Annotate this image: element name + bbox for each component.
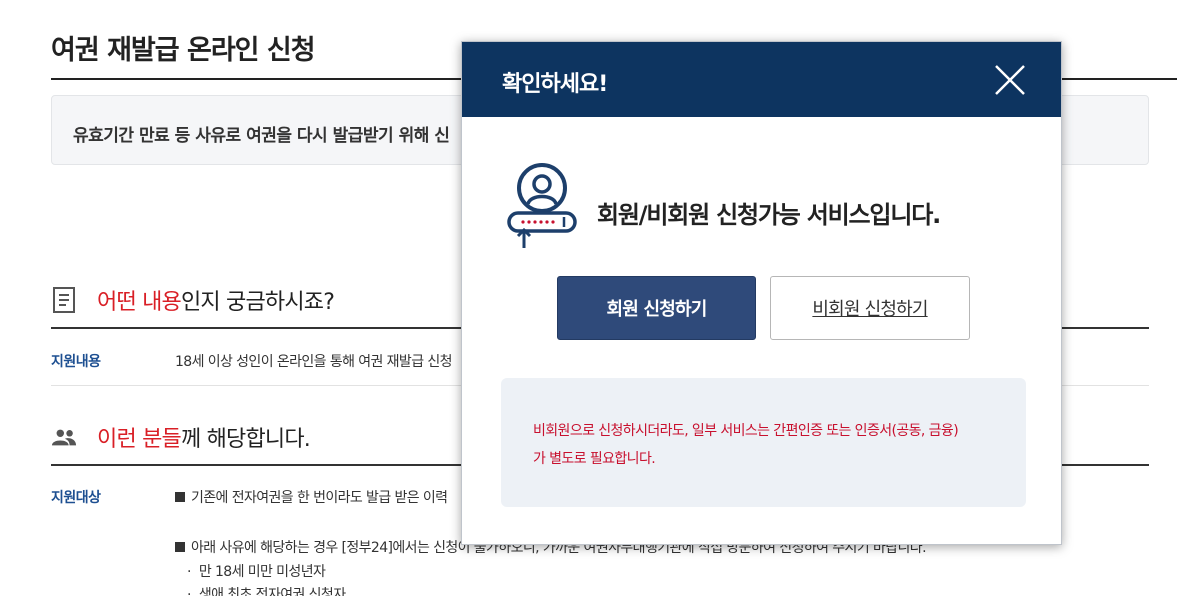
bullet: · (187, 587, 191, 596)
service-message: 회원/비회원 신청가능 서비스입니다. (597, 201, 941, 229)
section-title-rest: 께 해당합니다. (180, 427, 311, 452)
section-title-highlight: 이런 분들 (97, 427, 182, 452)
section-title-highlight: 어떤 내용 (97, 290, 182, 315)
document-icon (51, 286, 77, 314)
support-target-label: 지원대상 (51, 490, 101, 506)
modal-header: 확인하세요! (462, 42, 1061, 117)
sub-item-text: 생애 최초 전자여권 신청자 (198, 587, 346, 596)
square-bullet-icon (175, 542, 185, 552)
section-header-content: 어떤 내용인지 궁금하시죠? (51, 280, 335, 320)
sub-item-text: 만 18세 미만 미성년자 (198, 564, 326, 580)
target-item-1: 기존에 전자여권을 한 번이라도 발급 받은 이력 (175, 487, 448, 507)
user-login-icon (502, 162, 582, 252)
support-content-value: 18세 이상 성인이 온라인을 통해 여권 재발급 신청 (175, 354, 452, 370)
people-icon (51, 423, 77, 451)
section-title-content: 어떤 내용인지 궁금하시죠? (97, 284, 335, 316)
support-content-label: 지원내용 (51, 354, 101, 370)
modal-title: 확인하세요! (502, 72, 608, 97)
target-item-1-text: 기존에 전자여권을 한 번이라도 발급 받은 이력 (191, 490, 448, 506)
section-title-rest: 인지 궁금하시죠? (180, 290, 335, 315)
confirm-modal: 확인하세요! 회원/비회원 신청가능 서비스입니다. 회원 신청하기 비회원 신… (461, 41, 1062, 545)
page-title: 여권 재발급 온라인 신청 (51, 35, 316, 66)
info-line-1: 비회원으로 신청하시더라도, 일부 서비스는 간편인증 또는 인증서(공동, 금… (533, 423, 959, 439)
sub-item: · 생애 최초 전자여권 신청자 (187, 584, 346, 596)
section-title-target: 이런 분들께 해당합니다. (97, 421, 311, 453)
section-header-target: 이런 분들께 해당합니다. (51, 417, 311, 457)
close-icon[interactable] (993, 63, 1027, 97)
info-box: 비회원으로 신청하시더라도, 일부 서비스는 간편인증 또는 인증서(공동, 금… (501, 378, 1026, 507)
bullet: · (187, 564, 191, 580)
notice-text: 유효기간 만료 등 사유로 여권을 다시 발급받기 위해 신 (73, 126, 450, 146)
square-bullet-icon (175, 492, 185, 502)
sub-item: · 만 18세 미만 미성년자 (187, 561, 326, 581)
member-apply-button[interactable]: 회원 신청하기 (557, 276, 756, 340)
info-line-2: 가 별도로 필요합니다. (533, 451, 656, 467)
guest-apply-button[interactable]: 비회원 신청하기 (770, 276, 970, 340)
